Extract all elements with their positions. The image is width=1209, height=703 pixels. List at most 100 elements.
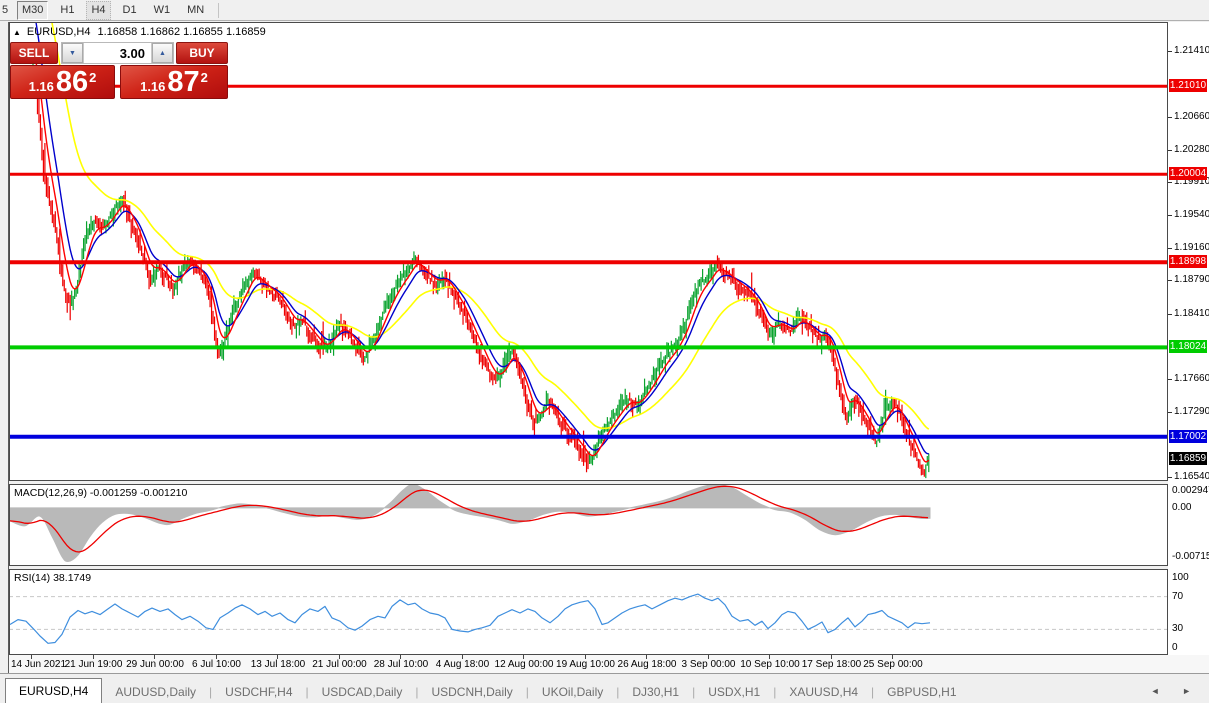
tab-scroll-arrows[interactable]: ◄ ► xyxy=(1151,686,1201,696)
price-tick-mark xyxy=(1168,117,1172,118)
time-tick-label: 3 Sep 00:00 xyxy=(674,659,744,670)
tab-usdcad-daily[interactable]: USDCAD,Daily xyxy=(309,682,416,703)
price-tick-mark xyxy=(1168,51,1172,52)
time-tick-label: 25 Sep 00:00 xyxy=(858,659,928,670)
time-tick-label: 6 Jul 10:00 xyxy=(182,659,252,670)
price-tick-label: 1.18410 xyxy=(1174,308,1208,320)
sell-pips: 86 xyxy=(56,67,88,97)
chevron-up-icon: ▲ xyxy=(159,50,166,57)
price-tick-label: 1.20660 xyxy=(1174,111,1208,123)
timeframe-button-m30[interactable]: M30 xyxy=(17,1,48,20)
sell-pipette: 2 xyxy=(89,70,96,85)
time-tick-label: 19 Aug 10:00 xyxy=(551,659,621,670)
rsi-axis-30: 30 xyxy=(1172,623,1183,635)
chart-header-symbol: EURUSD,H4 xyxy=(27,26,91,38)
time-tick-label: 13 Jul 18:00 xyxy=(243,659,313,670)
timeframe-toolbar: 5 M30 H1 H4 D1 W1 MN xyxy=(0,0,1209,21)
timeframe-button-h1[interactable]: H1 xyxy=(55,1,79,20)
rsi-canvas[interactable] xyxy=(9,569,1168,655)
price-tick-mark xyxy=(1168,379,1172,380)
volume-decrease-button[interactable]: ▼ xyxy=(62,43,83,63)
chart-header-ohlc: 1.16858 1.16862 1.16855 1.16859 xyxy=(98,26,266,38)
ma-fast-line xyxy=(33,48,929,462)
volume-spinner: ▼ ▲ xyxy=(61,42,174,64)
timeframe-button-mn[interactable]: MN xyxy=(182,1,209,20)
rsi-axis-100: 100 xyxy=(1172,572,1189,584)
buy-price-button[interactable]: 1.16 87 2 xyxy=(120,65,228,99)
price-level-label-1.18998: 1.18998 xyxy=(1169,255,1207,268)
time-tick-label: 26 Aug 18:00 xyxy=(612,659,682,670)
price-tick-mark xyxy=(1168,248,1172,249)
price-level-label-1.21010: 1.21010 xyxy=(1169,79,1207,92)
price-tick-label: 1.21410 xyxy=(1174,45,1208,57)
rsi-axis-70: 70 xyxy=(1172,591,1183,603)
price-tick-label: 1.17290 xyxy=(1174,406,1208,418)
macd-axis-top: 0.002947 xyxy=(1172,485,1209,497)
mt4-app: { "toolbar": { "timeframes": [ {"label":… xyxy=(0,0,1209,702)
candles-down xyxy=(34,66,924,476)
chart-tabs: EURUSD,H4AUDUSD,Daily|USDCHF,H4|USDCAD,D… xyxy=(0,678,970,703)
time-tick-label: 21 Jun 19:00 xyxy=(59,659,129,670)
rsi-line xyxy=(10,594,930,643)
price-tick-label: 1.16540 xyxy=(1174,471,1208,483)
macd-axis-zero: 0.00 xyxy=(1172,502,1191,514)
tab-usdcnh-daily[interactable]: USDCNH,Daily xyxy=(418,682,525,703)
price-tick-mark xyxy=(1168,182,1172,183)
price-tick-mark xyxy=(1168,150,1172,151)
price-tick-label: 1.18790 xyxy=(1174,274,1208,286)
sell-price-button[interactable]: 1.16 86 2 xyxy=(10,65,115,99)
price-tick-mark xyxy=(1168,412,1172,413)
timeframe-button-h4[interactable]: H4 xyxy=(86,1,110,20)
price-tick-label: 1.17660 xyxy=(1174,373,1208,385)
current-price-label: 1.16859 xyxy=(1169,452,1207,465)
price-tick-label: 1.19540 xyxy=(1174,209,1208,221)
toolbar-separator xyxy=(218,3,219,18)
tab-xauusd-h4[interactable]: XAUUSD,H4 xyxy=(776,682,871,703)
tab-eurusd-h4[interactable]: EURUSD,H4 xyxy=(5,678,102,703)
sell-button[interactable]: SELL xyxy=(10,42,58,64)
chevron-down-icon: ▼ xyxy=(69,50,76,57)
tab-usdchf-h4[interactable]: USDCHF,H4 xyxy=(212,682,305,703)
price-tick-mark xyxy=(1168,215,1172,216)
timeframe-buttons: 5 M30 H1 H4 D1 W1 MN xyxy=(0,1,209,20)
price-level-label-1.20004: 1.20004 xyxy=(1169,167,1207,180)
rsi-pane-border xyxy=(10,570,1168,655)
tab-ukoil-daily[interactable]: UKOil,Daily xyxy=(529,682,616,703)
time-tick-label: 4 Aug 18:00 xyxy=(428,659,498,670)
rsi-axis-0: 0 xyxy=(1172,642,1178,654)
price-tick-label: 1.20280 xyxy=(1174,144,1208,156)
tab-audusd-daily[interactable]: AUDUSD,Daily xyxy=(102,682,209,703)
time-tick-label: 12 Aug 00:00 xyxy=(489,659,559,670)
buy-pipette: 2 xyxy=(201,70,208,85)
time-axis: 14 Jun 202121 Jun 19:0029 Jun 00:006 Jul… xyxy=(9,655,1209,673)
price-tick-mark xyxy=(1168,280,1172,281)
macd-axis-bottom: -0.007151 xyxy=(1172,551,1209,563)
price-level-label-1.18024: 1.18024 xyxy=(1169,340,1207,353)
chart-tabs-bar: EURUSD,H4AUDUSD,Daily|USDCHF,H4|USDCAD,D… xyxy=(0,673,1209,703)
buy-pips: 87 xyxy=(167,67,199,97)
price-tick-label: 1.19160 xyxy=(1174,242,1208,254)
time-tick-label: 17 Sep 18:00 xyxy=(797,659,867,670)
timeframe-button-w1[interactable]: W1 xyxy=(149,1,176,20)
price-tick-mark xyxy=(1168,477,1172,478)
price-tick-mark xyxy=(1168,314,1172,315)
tab-usdx-h1[interactable]: USDX,H1 xyxy=(695,682,773,703)
tab-dj30-h1[interactable]: DJ30,H1 xyxy=(619,682,692,703)
time-tick-label: 29 Jun 00:00 xyxy=(120,659,190,670)
price-level-label-1.17002: 1.17002 xyxy=(1169,430,1207,443)
buy-big-figure: 1.16 xyxy=(140,79,165,94)
volume-input[interactable] xyxy=(83,43,152,63)
chart-marker-icon: ▲ xyxy=(13,27,21,38)
macd-indicator-label: MACD(12,26,9) -0.001259 -0.001210 xyxy=(14,487,187,499)
tab-gbpusd-h1[interactable]: GBPUSD,H1 xyxy=(874,682,969,703)
time-tick-label: 28 Jul 10:00 xyxy=(366,659,436,670)
sell-big-figure: 1.16 xyxy=(29,79,54,94)
time-tick-label: 21 Jul 00:00 xyxy=(305,659,375,670)
buy-button[interactable]: BUY xyxy=(176,42,228,64)
timeframe-button-5[interactable]: 5 xyxy=(0,1,10,20)
rsi-indicator-label: RSI(14) 38.1749 xyxy=(14,572,91,584)
volume-increase-button[interactable]: ▲ xyxy=(152,43,173,63)
timeframe-button-d1[interactable]: D1 xyxy=(118,1,142,20)
time-tick-label: 10 Sep 10:00 xyxy=(735,659,805,670)
chart-header: ▲ EURUSD,H4 1.16858 1.16862 1.16855 1.16… xyxy=(13,26,266,38)
